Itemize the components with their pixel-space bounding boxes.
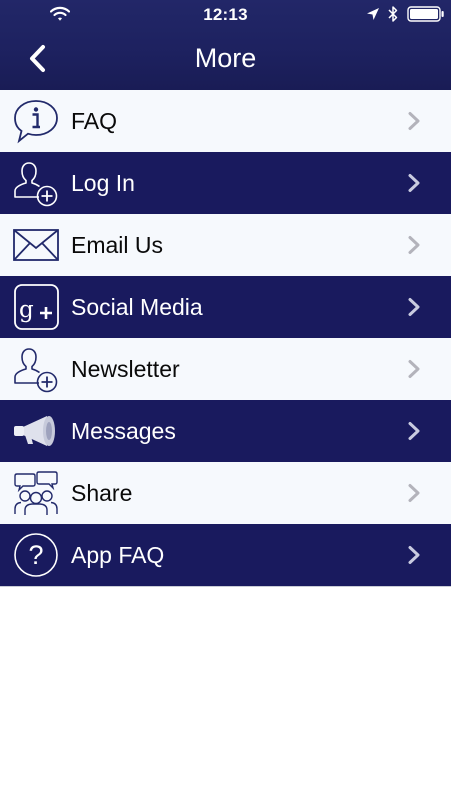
empty-content-area [0, 587, 451, 800]
location-icon [367, 8, 379, 20]
menu-label-newsletter: Newsletter [71, 356, 180, 382]
chevron-right-icon [408, 298, 420, 316]
chevron-right-icon [408, 174, 420, 192]
menu-item-app-faq[interactable]: ? App FAQ [0, 524, 451, 586]
menu-item-newsletter[interactable]: Newsletter [0, 338, 451, 400]
menu-item-faq[interactable]: FAQ [0, 90, 451, 152]
svg-text:g: g [19, 297, 34, 323]
google-plus-icon: g [14, 284, 59, 330]
menu-label-share: Share [71, 480, 133, 506]
chevron-right-icon [408, 546, 420, 564]
menu-label-log-in: Log In [71, 170, 135, 196]
nav-bar: More [0, 30, 451, 90]
menu-item-email-us[interactable]: Email Us [0, 214, 451, 276]
page-title: More [194, 43, 257, 73]
status-bar: 12:13 [0, 0, 451, 30]
people-group-icon [14, 471, 58, 515]
menu-item-social-media[interactable]: g Social Media [0, 276, 451, 338]
menu-list: FAQ Log In Email Us g Social Media Newsl… [0, 90, 451, 587]
user-add-icon [14, 348, 58, 393]
menu-label-app-faq: App FAQ [71, 542, 165, 568]
envelope-icon [13, 229, 59, 261]
menu-label-email-us: Email Us [71, 232, 164, 258]
bluetooth-icon [388, 6, 398, 22]
menu-item-messages[interactable]: Messages [0, 400, 451, 462]
status-time: 12:13 [203, 5, 248, 24]
header: 12:13 More [0, 0, 451, 90]
chevron-right-icon [408, 236, 420, 254]
menu-item-log-in[interactable]: Log In [0, 152, 451, 214]
menu-item-share[interactable]: Share [0, 462, 451, 524]
svg-text:?: ? [28, 540, 43, 570]
menu-label-faq: FAQ [71, 108, 118, 134]
chevron-right-icon [408, 360, 420, 378]
question-circle-icon: ? [14, 533, 58, 577]
chevron-right-icon [408, 484, 420, 502]
user-add-icon [14, 162, 58, 207]
info-bubble-icon [14, 100, 58, 144]
menu-label-messages: Messages [71, 418, 176, 444]
battery-icon [407, 6, 444, 22]
chevron-right-icon [408, 422, 420, 440]
megaphone-icon [14, 416, 55, 446]
chevron-right-icon [408, 112, 420, 130]
menu-label-social-media: Social Media [71, 294, 203, 320]
